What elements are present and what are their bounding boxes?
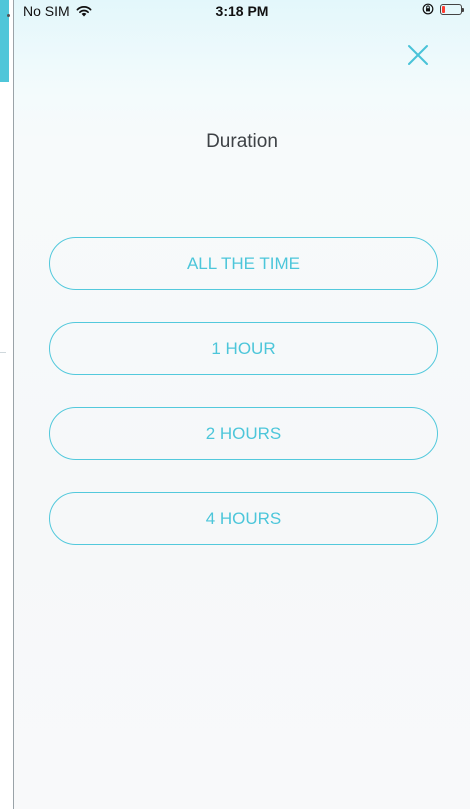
option-1-hour-button[interactable]: 1 HOUR xyxy=(49,322,438,375)
close-icon xyxy=(408,45,428,65)
close-button[interactable] xyxy=(403,40,433,70)
option-all-the-time-button[interactable]: ALL THE TIME xyxy=(49,237,438,290)
duration-modal: No SIM 3:18 PM Duration ALL THE TIME 1 H… xyxy=(13,0,470,809)
option-4-hours-button[interactable]: 4 HOURS xyxy=(49,492,438,545)
underlying-header xyxy=(0,0,9,82)
app-screen: No SIM 3:18 PM Duration ALL THE TIME 1 H… xyxy=(0,0,470,809)
status-indicators xyxy=(422,3,464,15)
battery-icon xyxy=(440,3,464,15)
underlying-divider xyxy=(0,352,6,353)
rotation-lock-icon xyxy=(422,3,434,15)
status-bar: No SIM 3:18 PM xyxy=(14,0,470,24)
battery-level xyxy=(442,5,445,13)
underlying-status-dot xyxy=(7,14,10,17)
modal-title: Duration xyxy=(206,131,278,152)
status-time: 3:18 PM xyxy=(215,3,269,19)
option-2-hours-button[interactable]: 2 HOURS xyxy=(49,407,438,460)
underlying-screen xyxy=(0,0,14,809)
duration-options: ALL THE TIME 1 HOUR 2 HOURS 4 HOURS xyxy=(49,237,438,577)
